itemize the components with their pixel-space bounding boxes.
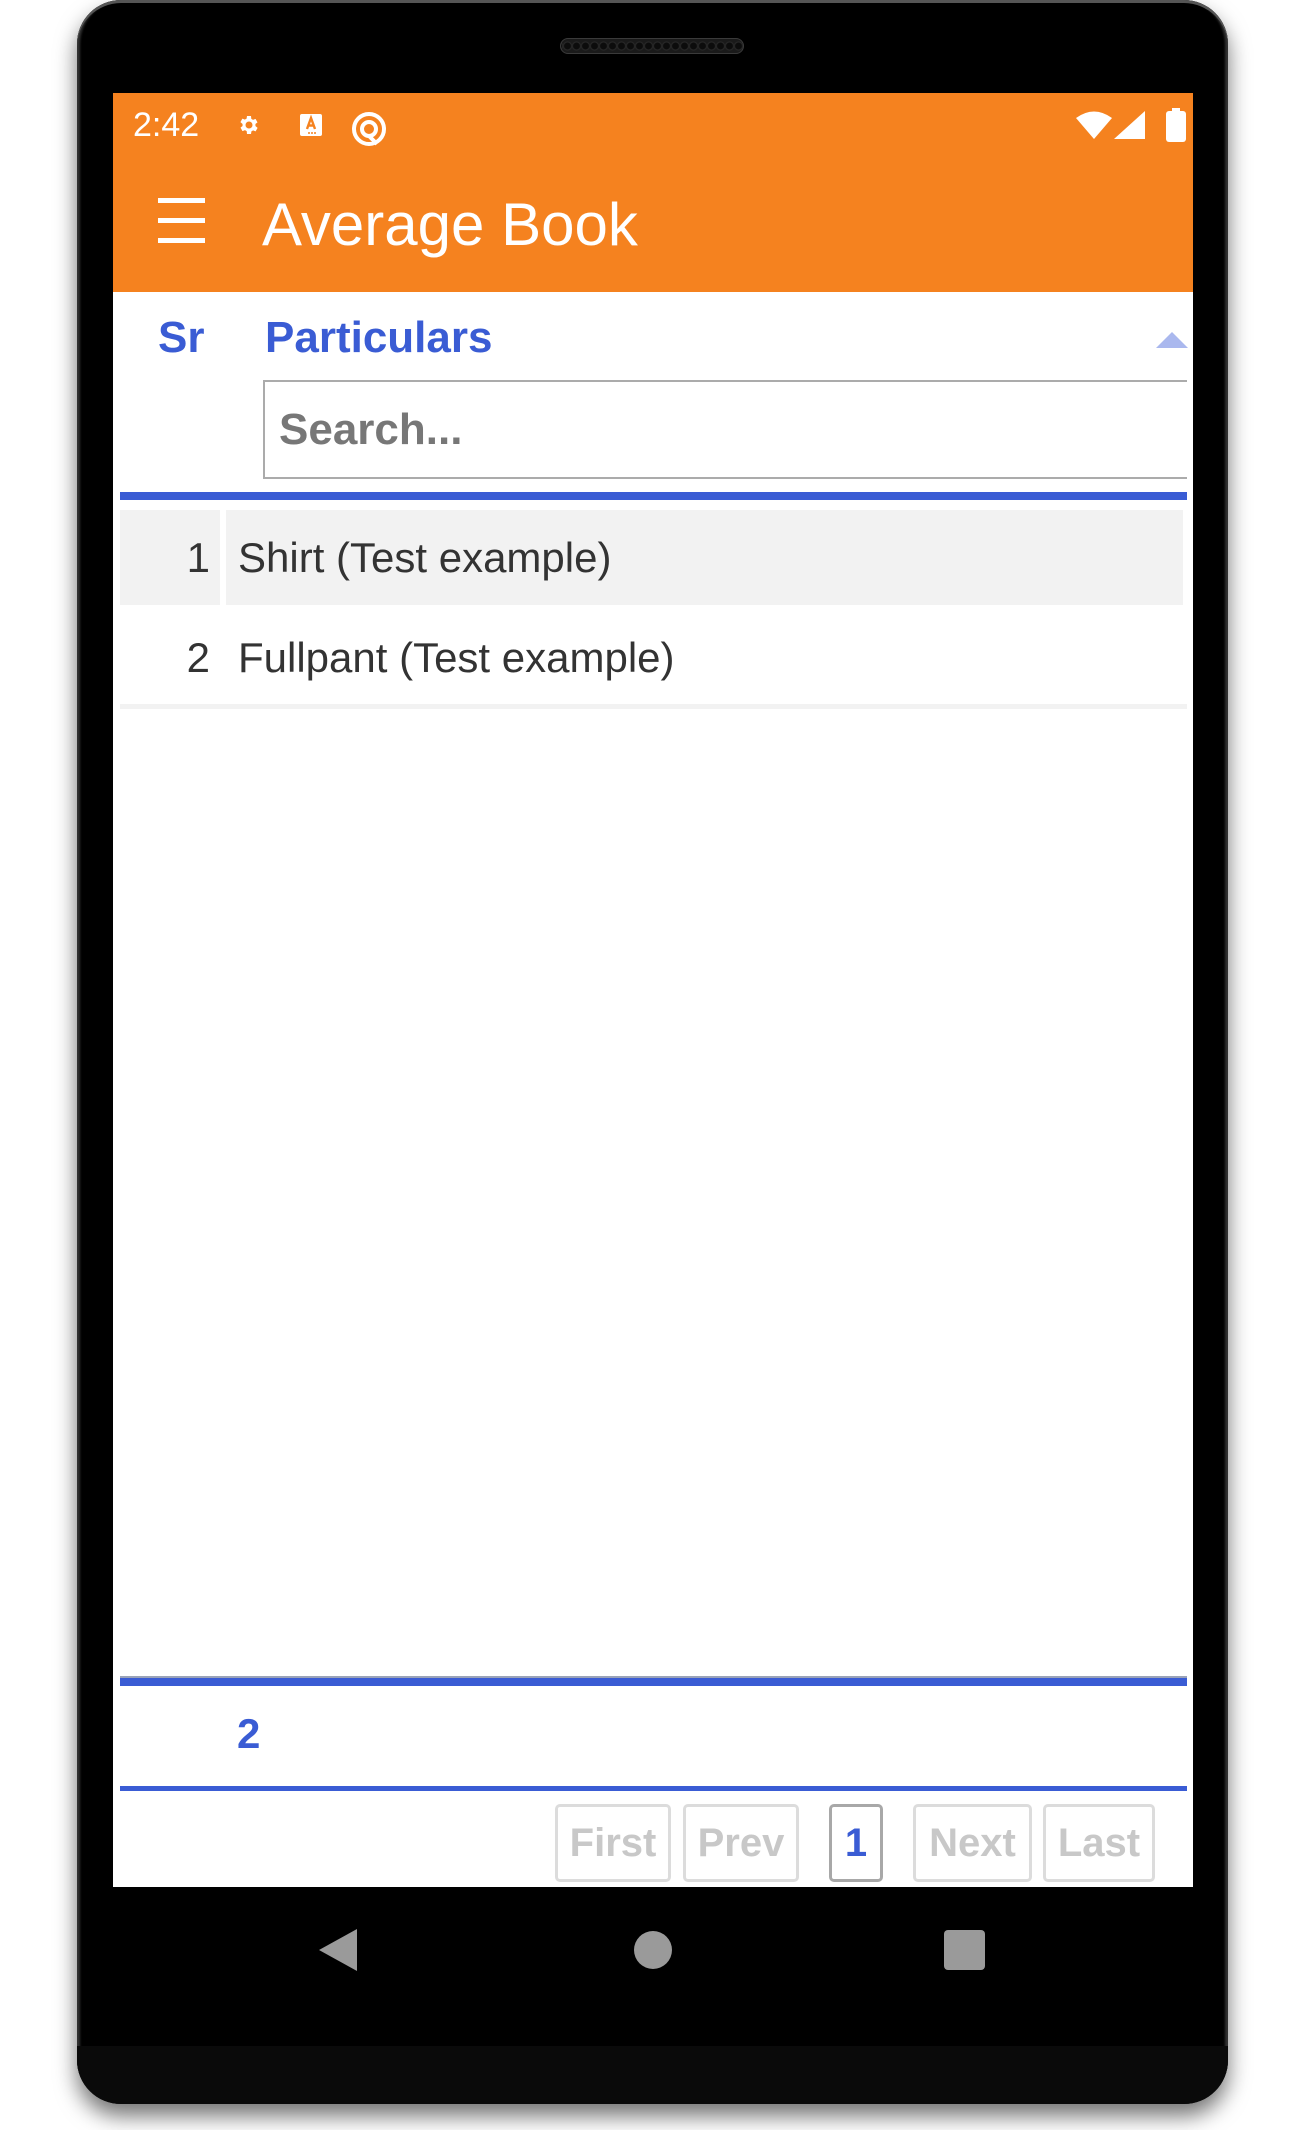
row-particulars: Fullpant (Test example) bbox=[238, 634, 675, 681]
last-page-button[interactable]: Last bbox=[1043, 1804, 1155, 1882]
search-input[interactable] bbox=[263, 380, 1187, 479]
accessibility-a-icon bbox=[300, 114, 322, 136]
q-logo-icon bbox=[352, 112, 386, 146]
app-bar: Average Book bbox=[113, 155, 1193, 292]
table-row[interactable]: 1 Shirt (Test example) bbox=[120, 510, 1187, 605]
recents-icon[interactable] bbox=[944, 1930, 985, 1970]
next-page-button[interactable]: Next bbox=[913, 1804, 1032, 1882]
wifi-icon bbox=[1076, 111, 1112, 139]
row-particulars: Shirt (Test example) bbox=[226, 510, 1183, 605]
app-title: Average Book bbox=[262, 191, 638, 258]
footer-total-count: 2 bbox=[237, 1710, 261, 1757]
footer-top-divider bbox=[120, 1678, 1187, 1686]
phone-chin bbox=[77, 2046, 1228, 2104]
row-sr: 2 bbox=[186, 634, 210, 681]
footer-bottom-divider bbox=[120, 1786, 1187, 1791]
back-icon[interactable] bbox=[319, 1929, 357, 1971]
prev-page-button[interactable]: Prev bbox=[683, 1804, 799, 1882]
column-header-particulars[interactable]: Particulars bbox=[265, 308, 492, 368]
sort-ascending-icon[interactable] bbox=[1156, 332, 1188, 348]
screen: 2:42 Average Book Sr Particulars Search.… bbox=[113, 93, 1193, 1887]
column-header-sr[interactable]: Sr bbox=[158, 308, 204, 368]
status-bar: 2:42 bbox=[113, 93, 1193, 155]
header-divider bbox=[120, 492, 1187, 500]
row-divider bbox=[120, 704, 1187, 709]
hamburger-menu-icon[interactable] bbox=[158, 198, 205, 243]
cellular-signal-icon bbox=[1114, 111, 1145, 139]
row-sr: 1 bbox=[120, 510, 220, 605]
first-page-button[interactable]: First bbox=[555, 1804, 671, 1882]
status-time: 2:42 bbox=[133, 106, 200, 144]
page-1-button[interactable]: 1 bbox=[829, 1804, 883, 1882]
home-icon[interactable] bbox=[634, 1931, 672, 1969]
battery-icon bbox=[1166, 108, 1186, 142]
settings-gear-icon bbox=[240, 116, 258, 134]
table-row[interactable]: 2 Fullpant (Test example) bbox=[120, 610, 1187, 705]
speaker-grille bbox=[560, 38, 744, 54]
